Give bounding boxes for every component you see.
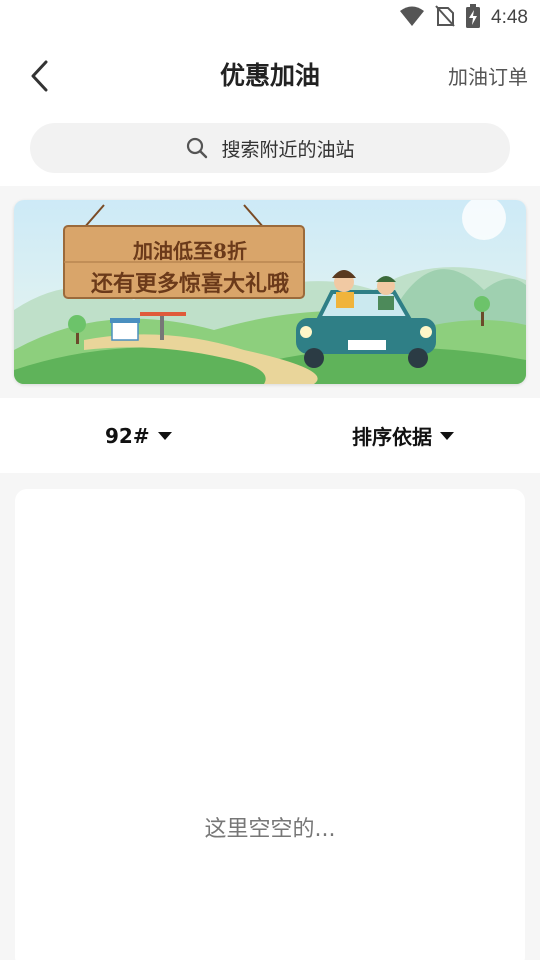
filter-bar: 92# 排序依据: [0, 398, 540, 473]
caret-down-icon: [157, 431, 172, 440]
search-icon: [187, 137, 208, 159]
caret-down-icon: [440, 431, 454, 440]
wifi-icon: [399, 5, 425, 31]
empty-state-text: 这里空空的...: [204, 817, 336, 842]
banner-subheadline: 还有更多惊喜大礼哦: [90, 271, 289, 297]
status-time: 4:48: [491, 7, 528, 28]
fuel-type-label: 92#: [105, 423, 150, 448]
status-bar: 4:48: [0, 0, 540, 36]
sort-dropdown[interactable]: 排序依据: [352, 398, 454, 473]
status-icons: 4:48: [399, 4, 528, 32]
banner-headline: 加油低至8折: [133, 239, 247, 263]
promo-banner[interactable]: 加油低至8折 还有更多惊喜大礼哦: [14, 200, 526, 384]
no-sim-icon: [435, 5, 455, 31]
sort-label: 排序依据: [352, 425, 432, 449]
battery-charging-icon: [465, 4, 481, 32]
search-bar[interactable]: 搜索附近的油站: [30, 123, 510, 173]
search-placeholder: 搜索附近的油站: [221, 138, 355, 161]
fuel-orders-link[interactable]: 加油订单: [448, 61, 528, 90]
station-list: 这里空空的...: [15, 489, 525, 960]
fuel-type-dropdown[interactable]: 92#: [105, 398, 172, 473]
header: 优惠加油 加油订单 搜索附近的油站: [0, 36, 540, 186]
